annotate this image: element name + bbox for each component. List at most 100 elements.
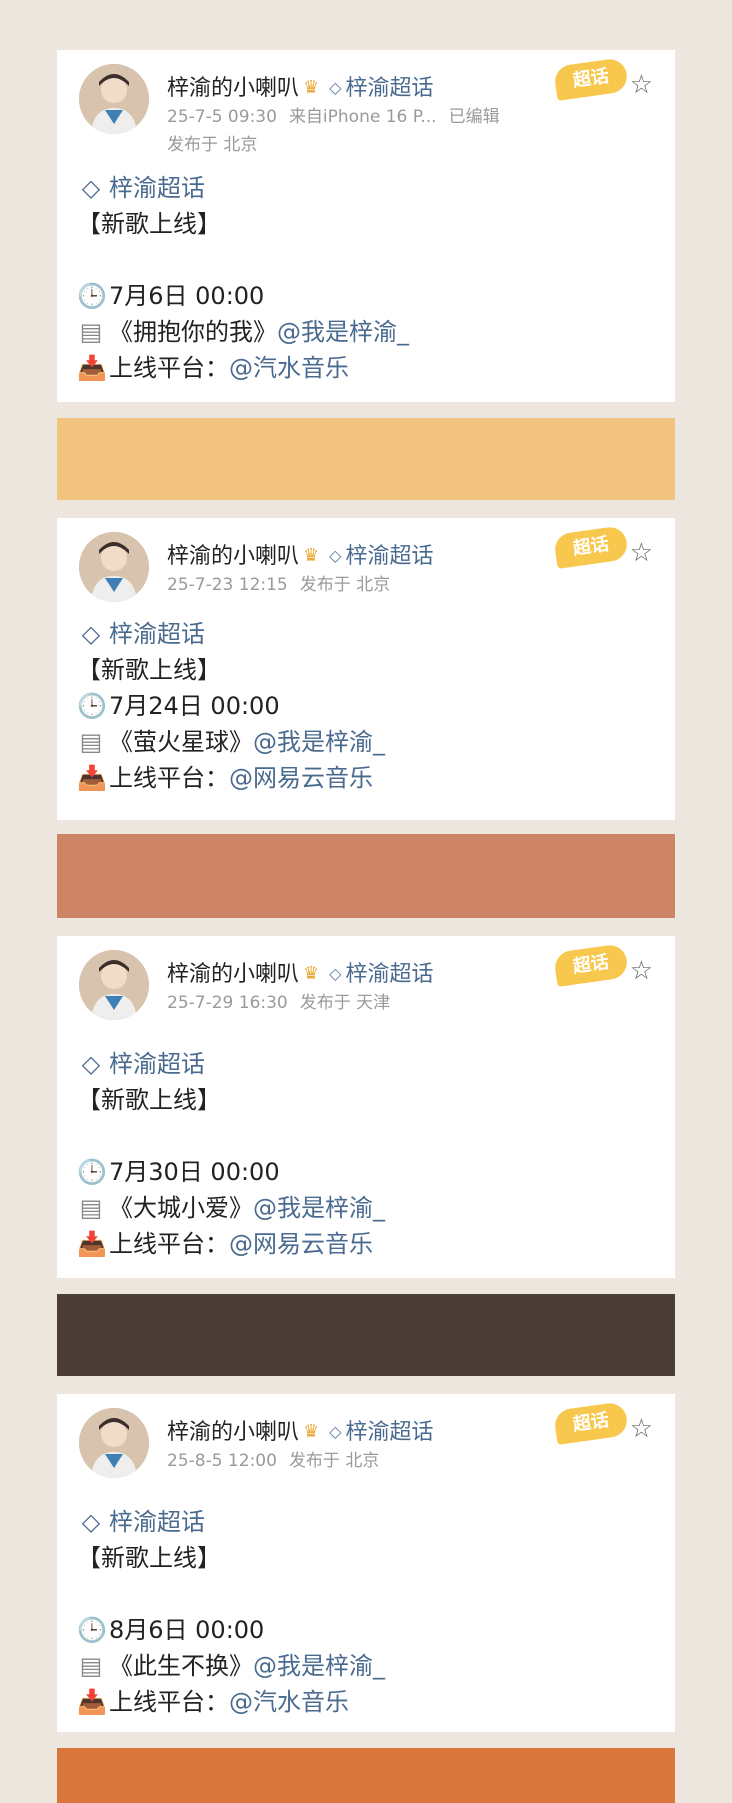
gem-icon: ◇ [81,1050,101,1078]
post-header: 梓渝的小喇叭 ♛ ◇ 梓渝超话 [167,1414,433,1446]
color-swatch [57,418,675,500]
username[interactable]: 梓渝的小喇叭 [167,544,299,569]
crown-icon: ♛ [303,545,320,566]
inbox-icon: 📥 [77,354,107,382]
gem-icon: ◇ [329,1422,342,1441]
song-line: ▤ 《拥抱你的我》@我是梓渝_ [77,314,409,350]
memo-icon: ▤ [79,1194,103,1222]
avatar[interactable] [79,950,149,1020]
song-line: ▤ 《萤火星球》@我是梓渝_ [77,724,385,760]
avatar[interactable] [79,1408,149,1478]
star-icon[interactable]: ☆ [630,956,653,986]
avatar[interactable] [79,64,149,134]
platform-line: 📥上线平台：@汽水音乐 [77,350,409,386]
post-source: 来自iPhone 16 P... [288,107,437,127]
post-location: 发布于 北京 [167,135,258,155]
topic-tag-link[interactable]: 梓渝超话 [345,76,433,101]
color-swatch [57,1748,675,1803]
star-icon[interactable]: ☆ [630,538,653,568]
platform-mention[interactable]: @网易云音乐 [229,764,373,792]
weibo-post: 梓渝的小喇叭 ♛ ◇ 梓渝超话 25-7-5 09:30 来自iPhone 16 P..… [57,50,675,402]
platform-mention[interactable]: @汽水音乐 [229,354,349,382]
gem-icon: ◇ [329,78,342,97]
color-swatch [57,1294,675,1376]
chaohua-badge[interactable]: 超话 [552,525,630,569]
gem-icon: ◇ [81,620,101,648]
username[interactable]: 梓渝的小喇叭 [167,1420,299,1445]
inbox-icon: 📥 [77,1230,107,1258]
post-location: 发布于 天津 [299,993,391,1013]
username[interactable]: 梓渝的小喇叭 [167,962,299,987]
weibo-post: 梓渝的小喇叭 ♛ ◇ 梓渝超话 25-8-5 12:00 发布于 北京 超话 ☆ ◇ 梓渝… [57,1394,675,1732]
artist-mention[interactable]: @我是梓渝_ [277,318,409,346]
platform-mention[interactable]: @汽水音乐 [229,1688,349,1716]
post-meta: 25-7-5 09:30 来自iPhone 16 P... 已编辑 [167,102,512,127]
weibo-post: 梓渝的小喇叭 ♛ ◇ 梓渝超话 25-7-29 16:30 发布于 天津 超话 ☆ ◇ 梓… [57,936,675,1278]
platform-mention[interactable]: @网易云音乐 [229,1230,373,1258]
gem-icon: ◇ [81,1508,101,1536]
post-location: 发布于 北京 [299,575,391,595]
topic-tag-link[interactable]: 梓渝超话 [345,544,433,569]
headline: 【新歌上线】 [77,210,221,238]
artist-mention[interactable]: @我是梓渝_ [253,728,385,756]
chaohua-badge[interactable]: 超话 [552,1401,630,1445]
artist-mention[interactable]: @我是梓渝_ [253,1652,385,1680]
memo-icon: ▤ [79,318,103,346]
weibo-post: 梓渝的小喇叭 ♛ ◇ 梓渝超话 25-7-23 12:15 发布于 北京 超话 ☆ ◇ 梓… [57,518,675,820]
post-meta: 25-8-5 12:00 发布于 北京 [167,1446,391,1471]
body-topic-link[interactable]: ◇ 梓渝超话 [77,1504,385,1540]
post-body: ◇ 梓渝超话 【新歌上线】 🕒8月6日 00:00 ▤ 《此生不换》@我是梓渝_ 📥… [77,1504,385,1720]
post-time: 25-7-23 12:15 [167,575,288,595]
platform-line: 📥上线平台：@网易云音乐 [77,760,385,796]
username[interactable]: 梓渝的小喇叭 [167,76,299,101]
memo-icon: ▤ [79,728,103,756]
gem-icon: ◇ [81,174,101,202]
clock-icon: 🕒 [77,1616,107,1644]
inbox-icon: 📥 [77,764,107,792]
headline: 【新歌上线】 [77,656,221,684]
topic-tag-link[interactable]: 梓渝超话 [345,962,433,987]
platform-line: 📥上线平台：@汽水音乐 [77,1684,385,1720]
post-body: ◇ 梓渝超话 【新歌上线】 🕒7月24日 00:00 ▤ 《萤火星球》@我是梓渝_ … [77,616,385,796]
post-time: 25-7-5 09:30 [167,107,277,127]
gem-icon: ◇ [329,546,342,565]
post-meta: 25-7-29 16:30 发布于 天津 [167,988,402,1013]
post-header: 梓渝的小喇叭 ♛ ◇ 梓渝超话 [167,956,433,988]
crown-icon: ♛ [303,963,320,984]
post-header: 梓渝的小喇叭 ♛ ◇ 梓渝超话 [167,538,433,570]
clock-icon: 🕒 [77,1158,107,1186]
star-icon[interactable]: ☆ [630,1414,653,1444]
crown-icon: ♛ [303,77,320,98]
chaohua-badge[interactable]: 超话 [552,943,630,987]
song-line: ▤ 《大城小爱》@我是梓渝_ [77,1190,385,1226]
artist-mention[interactable]: @我是梓渝_ [253,1194,385,1222]
post-time: 25-8-5 12:00 [167,1451,277,1471]
release-time-line: 🕒7月30日 00:00 [77,1154,385,1190]
body-topic-link[interactable]: ◇ 梓渝超话 [77,1046,385,1082]
chaohua-badge[interactable]: 超话 [552,57,630,101]
platform-line: 📥上线平台：@网易云音乐 [77,1226,385,1262]
crown-icon: ♛ [303,1421,320,1442]
post-header: 梓渝的小喇叭 ♛ ◇ 梓渝超话 [167,70,433,102]
release-time-line: 🕒8月6日 00:00 [77,1612,385,1648]
post-time: 25-7-29 16:30 [167,993,288,1013]
body-topic-link[interactable]: ◇ 梓渝超话 [77,616,385,652]
song-line: ▤ 《此生不换》@我是梓渝_ [77,1648,385,1684]
topic-tag-link[interactable]: 梓渝超话 [345,1420,433,1445]
post-location: 发布于 北京 [288,1451,380,1471]
clock-icon: 🕒 [77,692,107,720]
release-time-line: 🕒7月6日 00:00 [77,278,409,314]
avatar[interactable] [79,532,149,602]
clock-icon: 🕒 [77,282,107,310]
release-time-line: 🕒7月24日 00:00 [77,688,385,724]
memo-icon: ▤ [79,1652,103,1680]
inbox-icon: 📥 [77,1688,107,1716]
post-body: ◇ 梓渝超话 【新歌上线】 🕒7月30日 00:00 ▤ 《大城小爱》@我是梓渝_ … [77,1046,385,1262]
gem-icon: ◇ [329,964,342,983]
color-swatch [57,834,675,918]
body-topic-link[interactable]: ◇ 梓渝超话 [77,170,409,206]
star-icon[interactable]: ☆ [630,70,653,100]
